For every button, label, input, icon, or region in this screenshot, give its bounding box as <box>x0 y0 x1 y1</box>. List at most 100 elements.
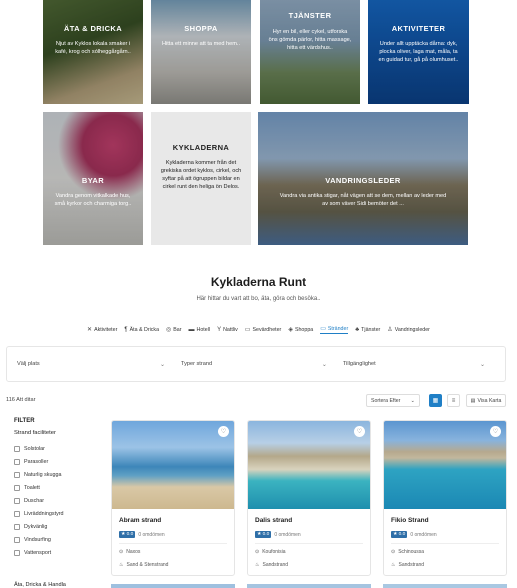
filter-heading: FILTER <box>14 418 35 424</box>
sort-select[interactable]: Sortera Efter ⌄ <box>366 394 420 407</box>
filter-option[interactable]: Naturlig skugga <box>14 468 96 481</box>
beach-type-icon: ♨ <box>119 562 124 568</box>
beach-image <box>112 421 234 509</box>
heart-icon[interactable]: ♡ <box>354 426 365 437</box>
tile-cyclades[interactable]: KYKLADERNA Kykladerna kommer från det gr… <box>151 112 251 245</box>
tile-services[interactable]: TJÄNSTER Hyr en bil, eller cykel, utfors… <box>260 0 360 104</box>
tile-desc: Vandra via antika stigar, nåt vägen att … <box>279 193 447 207</box>
map-icon: ▤ <box>470 397 476 404</box>
cutlery-icon: ¶ <box>124 326 128 333</box>
tile-title: SHOPPA <box>184 24 218 33</box>
beach-card-next <box>247 584 371 588</box>
tile-desc: Under allt upptäcka dårna: dyk, plocka o… <box>378 41 459 63</box>
tile-title: KYKLADERNA <box>172 143 230 152</box>
checkbox[interactable] <box>14 458 20 465</box>
tab-shop[interactable]: ◈ Shoppa <box>288 325 313 334</box>
beach-card[interactable]: ♡ Fikio Strand ★ 0.0 0 omdömen ⊙ Schinouss… <box>383 420 507 576</box>
card-title: Abram strand <box>119 517 162 524</box>
tab-eat-drink[interactable]: ¶ Äta & Dricka <box>124 325 159 334</box>
filter-option[interactable]: Parasoller <box>14 455 96 468</box>
filter-sidebar: FILTER Strand faciliteter Solstolar Para… <box>14 418 96 588</box>
bag-icon: ◈ <box>288 327 293 333</box>
tab-hotel[interactable]: ▬ Hotell <box>189 325 211 334</box>
section-subtitle: Här hittar du vart att bo, äta, göra och… <box>196 296 321 302</box>
checkbox[interactable] <box>14 536 20 543</box>
tile-eat-drink[interactable]: ÄTA & DRICKA Njut av Kyklos lokala smake… <box>43 0 143 104</box>
tile-shop[interactable]: SHOPPA Hitta ett minne att ta med hem.. <box>151 0 251 104</box>
beach-type-select[interactable]: Typer strand ⌄ <box>175 361 337 368</box>
tile-desc: Vandra genom vitkalkade hus, små kyrkor … <box>54 193 132 207</box>
tile-desc: Hyr en bil, eller cykel, utforska öns gö… <box>268 29 352 51</box>
heart-icon[interactable]: ♡ <box>490 426 501 437</box>
card-location: ⊙ Naxos <box>119 549 141 555</box>
filter-option[interactable]: Dykvänlig <box>14 520 96 533</box>
card-rating: ★ 0.0 0 omdömen <box>391 531 437 538</box>
tab-services[interactable]: ♣ Tjänster <box>355 325 380 334</box>
tab-nightlife[interactable]: Y Nattliv <box>217 325 238 334</box>
landmark-icon: ▭ <box>244 327 251 333</box>
checkbox[interactable] <box>14 523 20 530</box>
filter-option[interactable]: Solstolar <box>14 442 96 455</box>
activities-icon: ✕ <box>87 327 93 333</box>
filter-bar: Välj plats ⌄ Typer strand ⌄ Tillgänglighet… <box>6 346 506 382</box>
heart-icon[interactable]: ♡ <box>218 426 229 437</box>
map-view-button[interactable]: ▤ Visa Karta <box>466 394 506 407</box>
tile-activities[interactable]: AKTIVITETER Under allt upptäcka dårna: d… <box>368 0 469 104</box>
grid-view-button[interactable]: ▦ <box>429 394 442 407</box>
tile-desc: Hitta ett minne att ta med hem.. <box>161 41 241 47</box>
filter-option[interactable]: Toalett <box>14 481 96 494</box>
list-view-button[interactable]: ≡ <box>447 394 460 407</box>
tile-title: AKTIVITETER <box>391 24 446 33</box>
tile-desc: Njut av Kyklos lokala smaker i kafé, kro… <box>55 41 131 55</box>
bar-icon: ◎ <box>166 327 172 333</box>
results-count: 116 Att ditar <box>6 397 36 403</box>
checkbox[interactable] <box>14 445 20 452</box>
beach-type-icon: ♨ <box>255 562 260 568</box>
rating-badge: ★ 0.0 <box>391 531 408 538</box>
tab-bar[interactable]: ◎ Bar <box>166 325 182 334</box>
chevron-down-icon: ⌄ <box>410 397 415 404</box>
beach-type-icon: ♨ <box>391 562 396 568</box>
category-tabs: ✕ Aktiviteter ¶ Äta & Dricka ◎ Bar ▬ Hotell … <box>0 325 517 334</box>
beach-card-next <box>383 584 507 588</box>
tile-villages[interactable]: BYAR Vandra genom vitkalkade hus, små ky… <box>43 112 143 245</box>
filter-option[interactable]: Vattensport <box>14 546 96 559</box>
checkbox[interactable] <box>14 484 20 491</box>
card-location: ⊙ Koufonisia <box>255 549 286 555</box>
location-pin-icon: ⊙ <box>119 549 124 555</box>
tab-activities[interactable]: ✕ Aktiviteter <box>87 325 117 334</box>
hiker-icon: ♙ <box>387 327 393 333</box>
beach-icon: ▭ <box>320 326 326 332</box>
checkbox[interactable] <box>14 471 20 478</box>
checkbox[interactable] <box>14 510 20 517</box>
card-type: ♨ Sandstrand <box>391 562 425 568</box>
tile-desc: Kykladerna kommer från det grekiska orde… <box>160 160 242 190</box>
beach-card[interactable]: ♡ Abram strand ★ 0.0 0 omdömen ⊙ Naxos ♨ Sa… <box>111 420 235 576</box>
tile-title: BYAR <box>81 176 105 185</box>
filter-option[interactable]: Livräddningstyrd <box>14 507 96 520</box>
section-title: Kykladerna Runt <box>210 275 307 289</box>
tile-hiking-trails[interactable]: VANDRINGSLEDER Vandra via antika stigar,… <box>258 112 468 245</box>
checkbox[interactable] <box>14 497 20 504</box>
place-select[interactable]: Välj plats ⌄ <box>17 361 175 368</box>
location-pin-icon: ⊙ <box>255 549 260 555</box>
card-type: ♨ Sand & Stenstrand <box>119 562 169 568</box>
filter-option[interactable]: Duschar <box>14 494 96 507</box>
tile-title: ÄTA & DRICKA <box>63 24 123 33</box>
cocktail-icon: Y <box>217 326 222 333</box>
chevron-down-icon: ⌄ <box>479 361 485 368</box>
card-title: Fikio Strand <box>391 517 429 524</box>
beach-card[interactable]: ♡ Dalis strand ★ 0.0 0 omdömen ⊙ Koufonisi… <box>247 420 371 576</box>
card-title: Dalis strand <box>255 517 293 524</box>
bed-icon: ▬ <box>188 326 195 333</box>
tab-sights[interactable]: ▭ Sevärdheter <box>245 325 282 334</box>
tab-hiking[interactable]: ♙ Vandringsleder <box>387 325 430 334</box>
tab-beaches[interactable]: ▭ Stränder <box>320 325 349 334</box>
beach-card-next <box>111 584 235 588</box>
facility-select[interactable]: Tillgänglighet ⌄ <box>337 361 495 368</box>
filter-option[interactable]: Vindsurfing <box>14 533 96 546</box>
checkbox[interactable] <box>14 549 20 556</box>
rating-badge: ★ 0.0 <box>255 531 272 538</box>
location-pin-icon: ⊙ <box>391 549 396 555</box>
card-rating: ★ 0.0 0 omdömen <box>119 531 165 538</box>
